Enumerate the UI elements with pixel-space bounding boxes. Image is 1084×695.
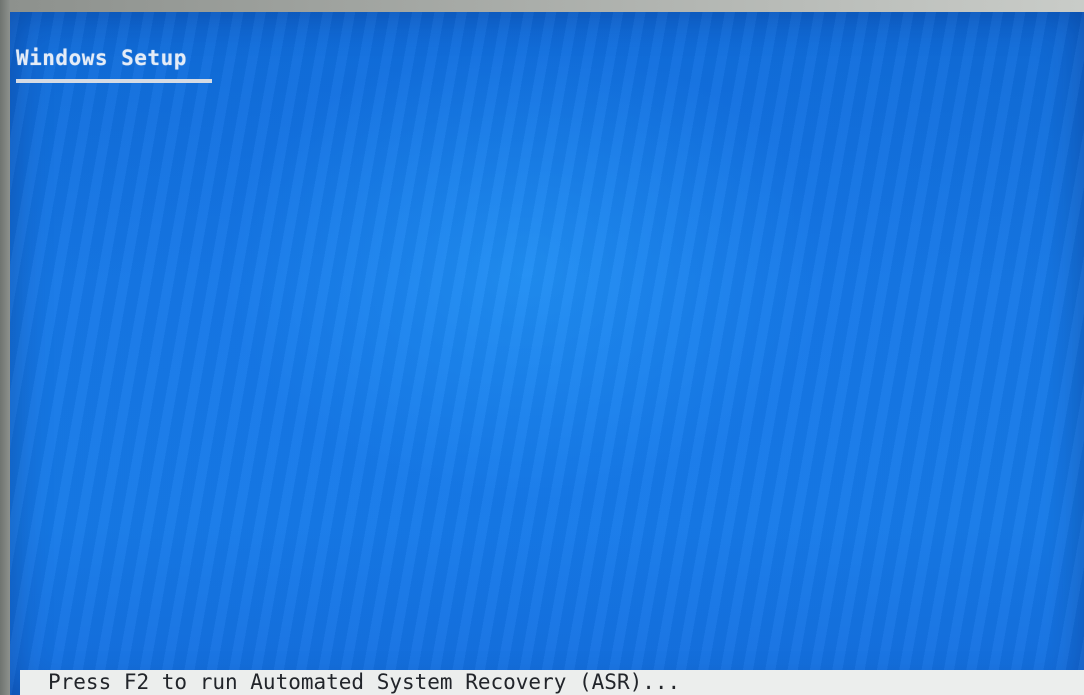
status-bar-text: Press F2 to run Automated System Recover… [48,670,681,694]
setup-screen: Windows Setup [10,12,1084,695]
setup-title-underline [16,79,212,83]
status-bar: Press F2 to run Automated System Recover… [20,670,1084,695]
monitor-photo: Windows Setup Press F2 to run Automated … [0,0,1084,695]
setup-title: Windows Setup [16,46,187,70]
